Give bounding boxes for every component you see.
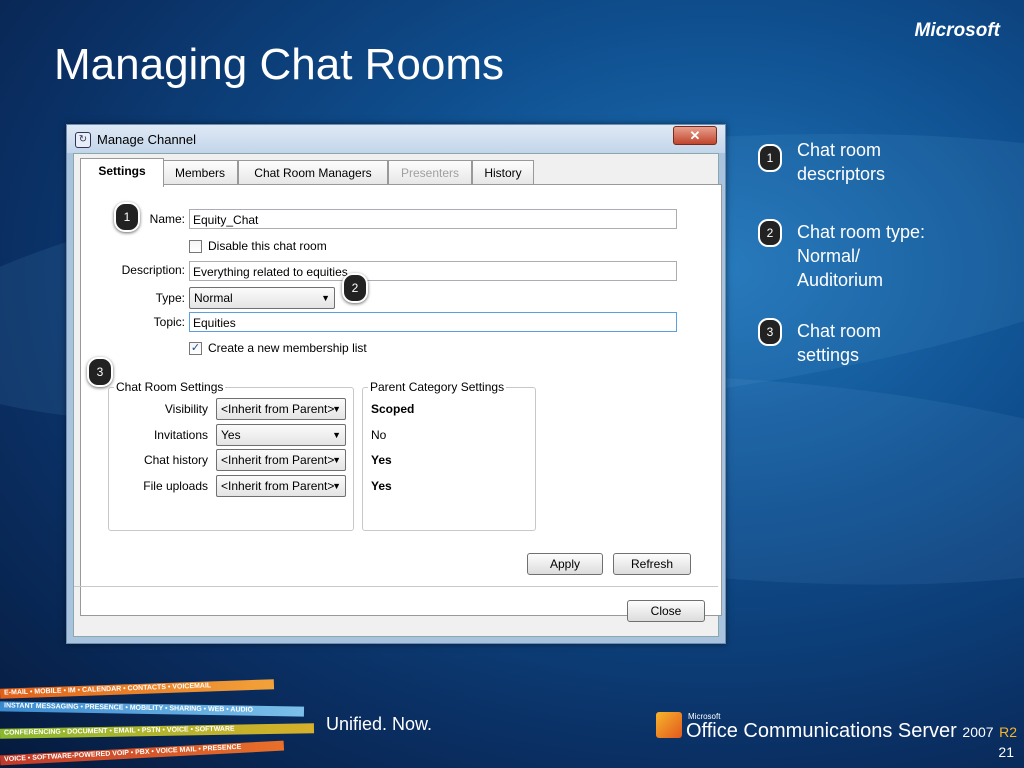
window-close-icon[interactable]: ✕ <box>673 126 717 145</box>
ribbon-line-1: E-MAIL • MOBILE • IM • CALENDAR • CONTAC… <box>0 679 275 699</box>
tab-settings[interactable]: Settings <box>80 158 164 187</box>
chat-history-select[interactable]: <Inherit from Parent> ▼ <box>216 449 346 471</box>
manage-channel-window: ↻ Manage Channel ✕ Settings Members Chat… <box>66 124 726 644</box>
type-select[interactable]: Normal ▼ <box>189 287 335 309</box>
refresh-button[interactable]: Refresh <box>613 553 691 575</box>
slide-title: Managing Chat Rooms <box>54 40 505 89</box>
type-label: Type: <box>155 291 185 305</box>
chat-room-settings-caption: Chat Room Settings <box>114 380 226 394</box>
window-titlebar[interactable]: ↻ Manage Channel ✕ <box>67 125 725 153</box>
legend-item-2: Chat room type: Normal/ Auditorium <box>797 220 925 292</box>
product-name: Office Communications Server 2007 R2 <box>686 720 1017 743</box>
ribbon-line-4: VOICE • SOFTWARE-POWERED VOIP • PBX • VO… <box>0 740 285 766</box>
legend-item-3: Chat room settings <box>797 319 881 367</box>
tab-members[interactable]: Members <box>162 160 238 185</box>
close-button[interactable]: Close <box>627 600 705 622</box>
chat-history-label: Chat history <box>143 453 208 467</box>
invitations-select[interactable]: Yes ▼ <box>216 424 346 446</box>
tab-presenters: Presenters <box>388 160 472 185</box>
ribbon-line-2: INSTANT MESSAGING • PRESENCE • MOBILITY … <box>0 701 305 717</box>
parent-category-settings-caption: Parent Category Settings <box>368 380 507 394</box>
type-select-value: Normal <box>194 291 233 305</box>
file-uploads-select[interactable]: <Inherit from Parent> ▼ <box>216 475 346 497</box>
chat-history-value: <Inherit from Parent> <box>221 453 335 467</box>
legend-2-line-1: Chat room type: <box>797 222 926 242</box>
chevron-down-icon: ▼ <box>332 455 341 465</box>
invitations-value: Yes <box>221 428 241 442</box>
tab-history[interactable]: History <box>472 160 534 185</box>
legend-3-line-2: settings <box>797 345 860 365</box>
visibility-value: <Inherit from Parent> <box>221 402 335 416</box>
file-uploads-value: <Inherit from Parent> <box>221 479 335 493</box>
chevron-down-icon: ▼ <box>332 481 341 491</box>
page-number: 21 <box>998 744 1014 760</box>
file-uploads-label: File uploads <box>143 479 208 493</box>
parent-invitations-value: No <box>371 428 387 442</box>
parent-visibility-value: Scoped <box>371 402 415 416</box>
topic-label: Topic: <box>153 315 185 329</box>
parent-category-settings-group: Parent Category Settings Scoped No Yes Y… <box>362 380 536 531</box>
chevron-down-icon: ▼ <box>321 293 330 303</box>
office-logo-icon <box>656 712 682 738</box>
tab-chat-room-managers[interactable]: Chat Room Managers <box>238 160 388 185</box>
product-r2: R2 <box>999 724 1018 740</box>
unified-comms-ribbon: E-MAIL • MOBILE • IM • CALENDAR • CONTAC… <box>0 679 320 768</box>
legend-1-line-2: descriptors <box>797 164 886 184</box>
legend-2-line-2: Normal/ <box>797 246 861 266</box>
product-name-text: Office Communications Server <box>686 720 957 742</box>
legend-badge-3: 3 <box>758 318 782 346</box>
description-label: Description: <box>121 263 185 277</box>
visibility-select[interactable]: <Inherit from Parent> ▼ <box>216 398 346 420</box>
chevron-down-icon: ▼ <box>332 404 341 414</box>
footer-divider <box>74 586 718 587</box>
legend-2-line-3: Auditorium <box>797 270 884 290</box>
ribbon-line-3: CONFERENCING • DOCUMENT • EMAIL • PSTN •… <box>0 723 315 739</box>
apply-button[interactable]: Apply <box>527 553 603 575</box>
description-input[interactable]: Everything related to equities <box>189 261 677 281</box>
chevron-down-icon: ▼ <box>332 430 341 440</box>
callout-badge-2: 2 <box>342 273 368 303</box>
callout-badge-1: 1 <box>114 202 140 232</box>
window-client: Settings Members Chat Room Managers Pres… <box>73 153 722 637</box>
legend-badge-2: 2 <box>758 219 782 247</box>
microsoft-logo: Microsoft <box>914 20 1001 41</box>
disable-room-label: Disable this chat room <box>208 239 327 253</box>
visibility-label: Visibility <box>164 402 208 416</box>
invitations-label: Invitations <box>153 428 208 442</box>
topic-input[interactable]: Equities <box>189 312 677 332</box>
parent-chat-history-value: Yes <box>371 453 392 467</box>
tagline: Unified. Now. <box>326 714 433 734</box>
legend-item-1: Chat room descriptors <box>797 138 885 186</box>
membership-checkbox[interactable]: ✓ <box>189 342 202 355</box>
app-icon: ↻ <box>75 132 91 148</box>
settings-panel: Name: Equity_Chat Disable this chat room… <box>80 184 722 616</box>
legend-1-line-1: Chat room <box>797 140 882 160</box>
callout-badge-3: 3 <box>87 357 113 387</box>
legend-badge-1: 1 <box>758 144 782 172</box>
membership-label: Create a new membership list <box>208 341 367 355</box>
legend-3-line-1: Chat room <box>797 321 882 341</box>
name-input[interactable]: Equity_Chat <box>189 209 677 229</box>
chat-room-settings-group: Chat Room Settings Visibility <Inherit f… <box>108 380 354 531</box>
product-year: 2007 <box>962 724 994 740</box>
disable-room-checkbox[interactable] <box>189 240 202 253</box>
parent-file-uploads-value: Yes <box>371 479 392 493</box>
window-title: Manage Channel <box>97 132 197 147</box>
